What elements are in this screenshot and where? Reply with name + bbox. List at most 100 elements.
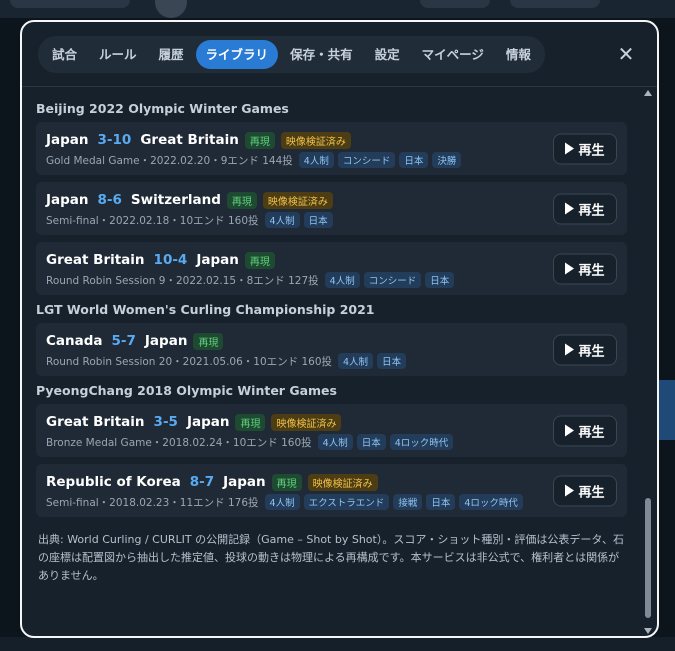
game-tag: 4人制 [264, 494, 300, 510]
game-score: 3-5 [153, 414, 178, 430]
game-card: Canada 5-7 Japan 再現 Round Robin Session 20・2… [36, 323, 627, 376]
game-tag: 4人制 [324, 272, 360, 288]
game-meta-row: Gold Medal Game・2022.02.20・9エンド 144投 4人制コ… [46, 152, 526, 168]
game-tag: 4ロック時代 [459, 494, 523, 510]
game-score: 3-10 [97, 132, 132, 148]
play-button[interactable]: 再生 [553, 133, 617, 164]
scrollbar-thumb[interactable] [645, 498, 651, 618]
background-avatar [155, 0, 187, 18]
team-home: Japan [46, 192, 89, 208]
replay-badge: 再現 [271, 473, 302, 491]
game-meta-row: Semi-final・2018.02.23・11エンド 176投 4人制 エクストラ… [46, 494, 526, 510]
game-headline: Japan 8-6 Switzerland 再現 映像検証済み [46, 190, 617, 210]
game-headline: Canada 5-7 Japan 再現 [46, 331, 617, 351]
play-button[interactable]: 再生 [553, 193, 617, 224]
section-title: LGT World Women's Curling Championship 2… [36, 302, 375, 317]
library-dialog: 試合 ルール 履歴 ライブラリ 保存・共有 設定 マイページ 情報 ✕ Beijing 202… [20, 20, 659, 638]
background-pill [10, 0, 130, 8]
team-away: Japan [144, 333, 188, 349]
replay-badge: 再現 [235, 413, 266, 431]
background-side-button [657, 380, 675, 440]
game-tag: 決勝 [432, 152, 462, 168]
play-icon [565, 484, 575, 497]
play-icon [565, 262, 575, 275]
tab-2[interactable]: 履歴 [149, 40, 194, 69]
verified-badge: 映像検証済み [271, 413, 342, 431]
game-card: Republic of Korea 8-7 Japan 再現 映像検証済み Semi-fi… [36, 464, 627, 517]
background-app-header [0, 0, 675, 18]
play-button-label: 再生 [578, 203, 605, 218]
scroll-up-arrow-icon[interactable] [644, 90, 652, 96]
source-footnote: 出典: World Curling / CURLIT の公開記録（Game – … [38, 533, 625, 582]
game-meta-row: Bronze Medal Game・2018.02.24・10エンド 160投 4… [46, 434, 526, 450]
game-tag: 4人制 [298, 152, 334, 168]
game-tag: 日本 [303, 212, 333, 228]
game-meta: Round Robin Session 20・2021.05.06・10エンド … [46, 355, 333, 368]
play-button[interactable]: 再生 [553, 334, 617, 365]
library-content: Beijing 2022 Olympic Winter Games Japan 3-… [22, 87, 657, 585]
replay-badge: 再現 [226, 191, 257, 209]
play-button[interactable]: 再生 [553, 253, 617, 284]
game-tag: 日本 [399, 152, 429, 168]
tab-4[interactable]: 保存・共有 [280, 40, 363, 69]
game-headline: Great Britain 10-4 Japan 再現 [46, 250, 617, 270]
section-title: Beijing 2022 Olympic Winter Games [36, 101, 289, 116]
play-button[interactable]: 再生 [553, 475, 617, 506]
game-score: 8-7 [189, 474, 215, 490]
game-tag: 4人制 [317, 434, 353, 450]
game-tag: コンシード [337, 152, 396, 168]
play-button-label: 再生 [578, 143, 605, 158]
team-home: Canada [46, 333, 103, 349]
game-score: 8-6 [97, 192, 122, 208]
play-button-label: 再生 [578, 425, 605, 440]
background-pill [510, 0, 600, 8]
verified-badge: 映像検証済み [307, 473, 378, 491]
team-home: Republic of Korea [46, 474, 181, 490]
game-headline: Japan 3-10 Great Britain 再現 映像検証済み [46, 130, 617, 150]
game-tag: 日本 [425, 272, 455, 288]
replay-badge: 再現 [244, 131, 275, 149]
team-away: Switzerland [130, 192, 221, 208]
game-tag: 4人制 [264, 212, 300, 228]
tab-5[interactable]: 設定 [365, 40, 410, 69]
game-tag: 日本 [426, 494, 456, 510]
game-tag: 4ロック時代 [389, 434, 454, 450]
library-list[interactable]: Beijing 2022 Olympic Winter Games Japan 3-… [22, 87, 657, 636]
team-away: Japan [196, 252, 239, 268]
game-tag: 日本 [356, 434, 386, 450]
team-away: Japan [186, 414, 230, 430]
game-meta: Bronze Medal Game・2018.02.24・10エンド 160投 [46, 436, 312, 449]
team-away: Great Britain [140, 132, 239, 148]
tab-7[interactable]: 情報 [496, 40, 541, 69]
game-meta: Semi-final・2022.02.18・10エンド 160投 [46, 214, 259, 227]
play-icon [565, 142, 575, 155]
replay-badge: 再現 [193, 332, 224, 350]
team-home: Great Britain [46, 252, 145, 268]
game-tag: 日本 [377, 353, 407, 369]
game-meta: Semi-final・2018.02.23・11エンド 176投 [46, 496, 259, 509]
game-meta: Round Robin Session 9・2022.02.15・8エンド 12… [46, 274, 319, 287]
tab-bar: 試合 ルール 履歴 ライブラリ 保存・共有 設定 マイページ 情報 [38, 36, 545, 73]
game-card: Great Britain 3-5 Japan 再現 映像検証済み Bronze Meda… [36, 404, 627, 457]
close-button[interactable]: ✕ [615, 43, 637, 65]
play-icon [565, 343, 575, 356]
play-button-label: 再生 [578, 263, 605, 278]
background-app-footer [0, 637, 675, 651]
game-meta-row: Round Robin Session 9・2022.02.15・8エンド 12… [46, 272, 526, 288]
game-headline: Great Britain 3-5 Japan 再現 映像検証済み [46, 412, 617, 432]
play-button-label: 再生 [578, 344, 605, 359]
play-icon [565, 424, 575, 437]
tab-0[interactable]: 試合 [42, 40, 87, 69]
play-icon [565, 202, 575, 215]
game-score: 5-7 [111, 333, 136, 349]
tab-6[interactable]: マイページ [412, 40, 494, 69]
game-meta: Gold Medal Game・2022.02.20・9エンド 144投 [46, 154, 293, 167]
play-button[interactable]: 再生 [553, 415, 617, 446]
tab-3[interactable]: ライブラリ [195, 40, 279, 69]
tab-1[interactable]: ルール [89, 40, 147, 69]
verified-badge: 映像検証済み [280, 131, 351, 149]
game-tag: エクストラエンド [303, 494, 390, 510]
scrollbar[interactable] [643, 88, 653, 636]
game-card: Japan 8-6 Switzerland 再現 映像検証済み Semi-final・20… [36, 182, 627, 235]
scroll-down-arrow-icon[interactable] [644, 628, 652, 634]
